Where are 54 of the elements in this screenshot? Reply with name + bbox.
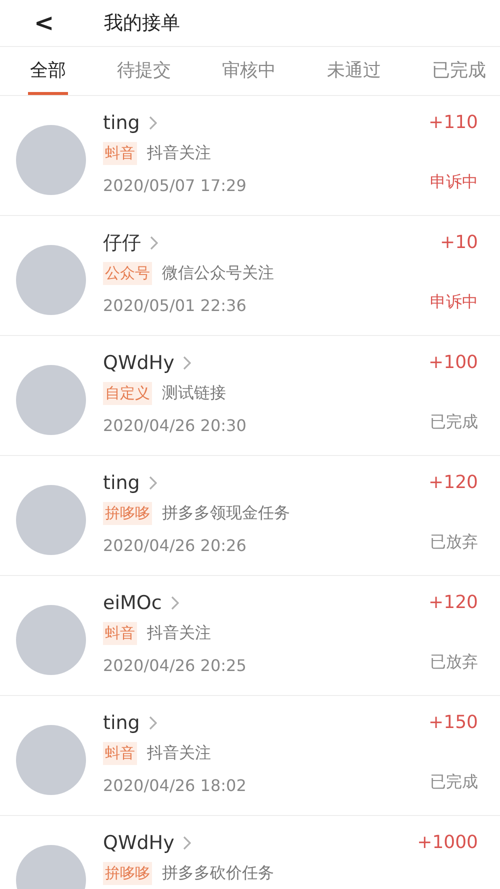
user-link[interactable]: ting xyxy=(103,112,140,134)
tab[interactable]: 已完成 xyxy=(430,47,488,95)
order-status: 申诉中 xyxy=(430,171,478,193)
reward-amount: +110 xyxy=(428,111,478,135)
order-time: 2020/05/07 17:29 xyxy=(103,175,248,197)
chevron-right-icon xyxy=(148,116,157,130)
task-name: 抖音关注 xyxy=(147,742,211,764)
task-name: 抖音关注 xyxy=(147,622,211,644)
order-time: 2020/04/26 18:02 xyxy=(103,775,248,797)
chevron-right-icon xyxy=(150,236,158,250)
reward-amount: +10 xyxy=(440,231,478,255)
tab[interactable]: 全部 xyxy=(28,47,68,95)
reward-amount: +150 xyxy=(428,711,478,735)
user-link[interactable]: QWdHy xyxy=(103,352,174,374)
chevron-right-icon xyxy=(148,476,157,490)
chevron-right-icon xyxy=(148,716,157,730)
chevron-right-icon xyxy=(170,596,179,610)
order-time: 2020/04/26 20:26 xyxy=(103,535,248,557)
chevron-right-icon xyxy=(183,356,192,370)
user-link[interactable]: ting xyxy=(103,712,140,734)
reward-amount: +100 xyxy=(428,351,478,375)
task-name: 拼多多砍价任务 xyxy=(162,862,274,884)
page-title: 我的接单 xyxy=(104,11,180,36)
order-status: 已放弃 xyxy=(430,531,478,553)
tab[interactable]: 待提交 xyxy=(115,47,173,95)
platform-tag: 拚哆哆 xyxy=(103,862,152,884)
task-name: 抖音关注 xyxy=(147,142,211,164)
platform-tag: 蚪音 xyxy=(103,742,137,764)
tab[interactable]: 审核中 xyxy=(220,47,278,95)
back-button[interactable]: < xyxy=(30,9,58,37)
order-time: 2020/04/26 20:30 xyxy=(103,415,248,437)
user-link[interactable]: 仔仔 xyxy=(103,230,141,256)
chevron-right-icon xyxy=(183,836,192,850)
user-link[interactable]: eiMOc xyxy=(103,592,162,614)
reward-amount: +1000 xyxy=(417,831,478,855)
reward-amount: +120 xyxy=(428,591,478,615)
platform-tag: 蚪音 xyxy=(103,142,137,164)
platform-tag: 自定义 xyxy=(103,382,152,404)
order-status: 已放弃 xyxy=(430,651,478,673)
user-link[interactable]: QWdHy xyxy=(103,832,174,854)
order-status: 申诉中 xyxy=(430,291,478,313)
order-status: 已完成 xyxy=(430,771,478,793)
task-name: 测试链接 xyxy=(162,382,226,404)
order-time: 2020/05/01 22:36 xyxy=(103,295,248,317)
task-name: 微信公众号关注 xyxy=(162,262,274,284)
order-time: 2020/04/26 20:25 xyxy=(103,655,248,677)
reward-amount: +120 xyxy=(428,471,478,495)
tab[interactable]: 未通过 xyxy=(325,47,383,95)
platform-tag: 拚哆哆 xyxy=(103,502,152,524)
task-name: 拼多多领现金任务 xyxy=(162,502,290,524)
platform-tag: 公众号 xyxy=(103,262,152,284)
user-link[interactable]: ting xyxy=(103,472,140,494)
order-status: 已完成 xyxy=(430,411,478,433)
platform-tag: 蚪音 xyxy=(103,622,137,644)
